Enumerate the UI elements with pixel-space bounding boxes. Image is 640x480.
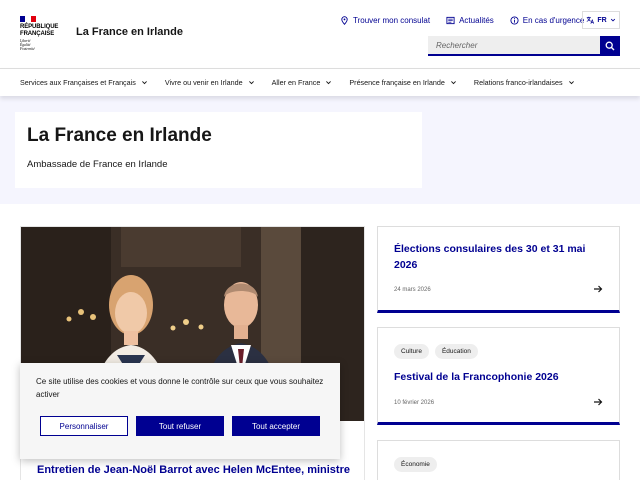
cookie-actions: Personnaliser Tout refuser Tout accepter bbox=[40, 416, 320, 436]
hero-banner: La France en Irlande Ambassade de France… bbox=[0, 96, 640, 204]
language-selector[interactable]: FR bbox=[582, 11, 620, 29]
hero-card: La France en Irlande Ambassade de France… bbox=[15, 112, 422, 188]
chevron-down-icon bbox=[568, 81, 574, 85]
customize-cookies-button[interactable]: Personnaliser bbox=[40, 416, 128, 436]
cookie-consent-banner: Ce site utilise des cookies et vous donn… bbox=[20, 363, 340, 459]
news-card-title[interactable]: Élections consulaires des 30 et 31 mai 2… bbox=[394, 241, 604, 273]
marianne-flag-icon bbox=[20, 16, 36, 22]
reject-all-button[interactable]: Tout refuser bbox=[136, 416, 224, 436]
emergency-link[interactable]: En cas d'urgence bbox=[510, 15, 585, 25]
news-card-title[interactable]: Festival de la Francophonie 2026 bbox=[394, 369, 604, 385]
search-button[interactable] bbox=[600, 36, 620, 56]
map-pin-icon bbox=[341, 15, 348, 25]
news-label: Actualités bbox=[459, 15, 494, 25]
chevron-down-icon bbox=[326, 81, 332, 85]
main-navigation: Services aux Françaises et Français Vivr… bbox=[0, 68, 640, 96]
nav-item-relations[interactable]: Relations franco-irlandaises bbox=[474, 78, 575, 87]
arrow-right-icon bbox=[594, 398, 603, 406]
republique-francaise-logo[interactable]: RÉPUBLIQUE FRANÇAISE Liberté Égalité Fra… bbox=[20, 16, 64, 51]
search-icon bbox=[605, 41, 615, 51]
featured-article-title[interactable]: Entretien de Jean-Noël Barrot avec Helen… bbox=[37, 462, 357, 480]
page-subtitle: Ambassade de France en Irlande bbox=[27, 159, 168, 170]
translate-icon bbox=[586, 16, 595, 24]
arrow-right-icon bbox=[594, 285, 603, 293]
search-input[interactable] bbox=[428, 36, 600, 56]
accept-all-button[interactable]: Tout accepter bbox=[232, 416, 320, 436]
news-link[interactable]: Actualités bbox=[446, 16, 494, 25]
site-header: RÉPUBLIQUE FRANÇAISE Liberté Égalité Fra… bbox=[0, 0, 640, 68]
tag-group: Économie bbox=[394, 457, 437, 472]
chevron-down-icon bbox=[610, 18, 615, 22]
tag-group: Culture Éducation bbox=[394, 344, 478, 359]
info-icon bbox=[510, 15, 519, 25]
news-card-date: 24 mars 2026 bbox=[394, 287, 431, 293]
tag[interactable]: Économie bbox=[394, 457, 437, 472]
tag[interactable]: Culture bbox=[394, 344, 429, 359]
site-title[interactable]: La France en Irlande bbox=[76, 26, 183, 38]
news-card[interactable]: Culture Éducation Festival de la Francop… bbox=[377, 327, 620, 425]
news-card[interactable]: Économie bbox=[377, 440, 620, 480]
emergency-label: En cas d'urgence bbox=[522, 15, 585, 25]
tag[interactable]: Éducation bbox=[434, 344, 478, 359]
nav-item-french-presence[interactable]: Présence française en Irlande bbox=[349, 78, 457, 87]
chevron-down-icon bbox=[248, 81, 254, 85]
nav-item-living-in-ireland[interactable]: Vivre ou venir en Irlande bbox=[165, 78, 255, 87]
language-label: FR bbox=[597, 16, 607, 24]
page-title: La France en Irlande bbox=[27, 125, 212, 146]
chevron-down-icon bbox=[141, 81, 147, 85]
nav-item-go-to-france[interactable]: Aller en France bbox=[272, 78, 333, 87]
find-consulate-link[interactable]: Trouver mon consulat bbox=[340, 16, 430, 25]
news-card-date: 10 février 2026 bbox=[394, 400, 435, 406]
nav-item-services[interactable]: Services aux Françaises et Français bbox=[20, 78, 148, 87]
cookie-message: Ce site utilise des cookies et vous donn… bbox=[36, 377, 324, 399]
news-card[interactable]: Élections consulaires des 30 et 31 mai 2… bbox=[377, 226, 620, 313]
newspaper-icon bbox=[446, 16, 455, 24]
header-tools: Trouver mon consulat Actualités En cas d… bbox=[340, 12, 600, 28]
search-bar bbox=[428, 36, 620, 56]
chevron-down-icon bbox=[450, 81, 456, 85]
find-consulate-label: Trouver mon consulat bbox=[353, 15, 431, 25]
